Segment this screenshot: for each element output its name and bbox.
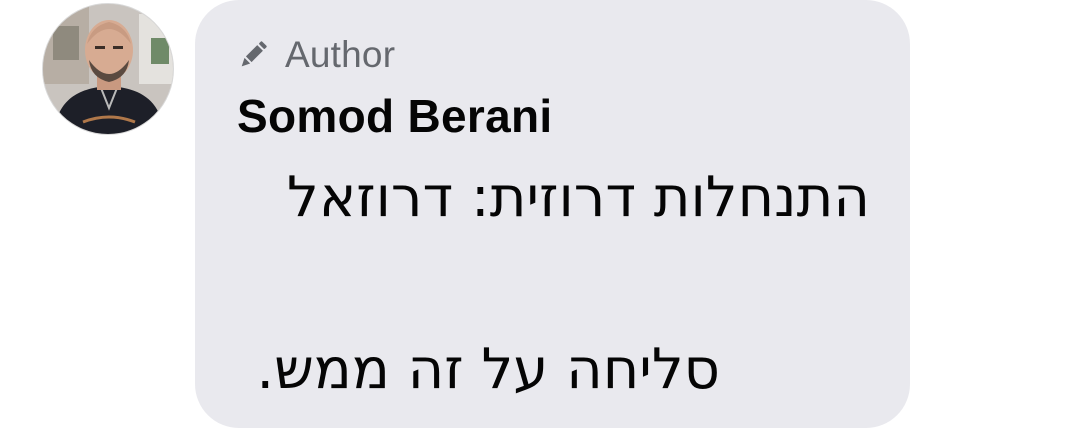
- author-badge: Author: [235, 32, 395, 78]
- avatar-photo: [43, 4, 173, 134]
- author-badge-label: Author: [285, 34, 396, 75]
- author-name[interactable]: Somod Berani: [237, 89, 552, 143]
- comment-bubble[interactable]: Author Somod Berani התנחלות דרוזית: דרוז…: [195, 0, 910, 428]
- comment-text-line-1: התנחלות דרוזית: דרוזאל: [287, 165, 870, 230]
- pencil-icon: [241, 41, 267, 67]
- author-avatar[interactable]: [42, 3, 174, 135]
- comment-text-line-2: סליחה על זה ממש.: [256, 337, 720, 402]
